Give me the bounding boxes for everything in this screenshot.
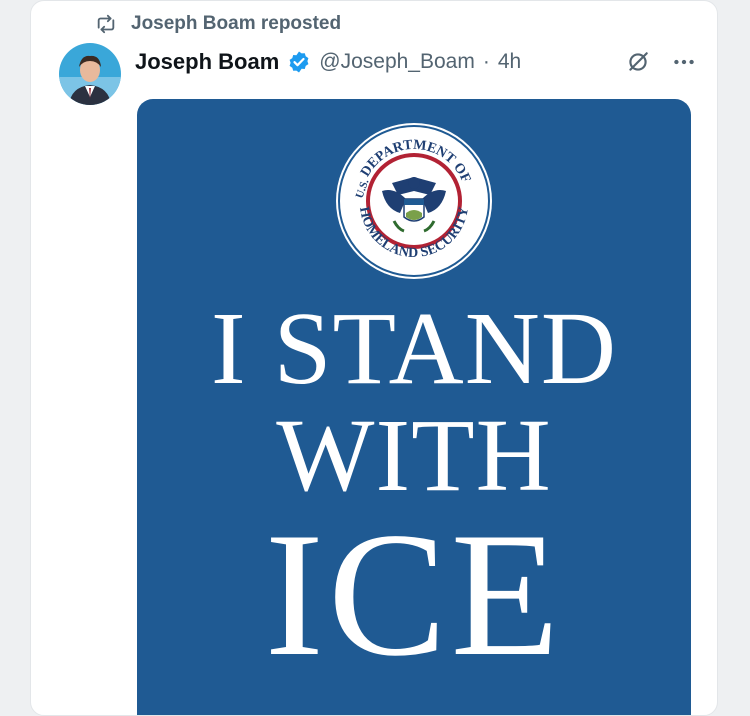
post-header-actions [625,45,697,79]
avatar[interactable] [59,43,121,105]
post-header: Joseph Boam @Joseph_Boam · 4h [135,45,521,79]
post-time[interactable]: 4h [498,50,521,74]
grok-icon[interactable] [625,49,651,75]
image-text-line3: ICE [264,495,564,693]
post-image[interactable]: DEPARTMENT OF HOMELAND SECURITY U.S. I S… [137,99,691,715]
author-name[interactable]: Joseph Boam [135,49,279,75]
image-text-line2: WITH [276,398,552,513]
dhs-seal: DEPARTMENT OF HOMELAND SECURITY U.S. [334,121,494,281]
repost-icon [95,13,117,35]
repost-indicator[interactable]: Joseph Boam reposted [95,9,341,39]
author-handle[interactable]: @Joseph_Boam [319,50,475,74]
tweet-card[interactable]: Joseph Boam reposted Joseph Boam @Joseph… [30,0,718,716]
image-text-line1: I STAND [211,291,617,406]
separator-dot: · [482,50,490,73]
more-icon[interactable] [671,49,697,75]
verified-badge-icon [287,50,311,74]
repost-text: Joseph Boam reposted [131,13,342,34]
